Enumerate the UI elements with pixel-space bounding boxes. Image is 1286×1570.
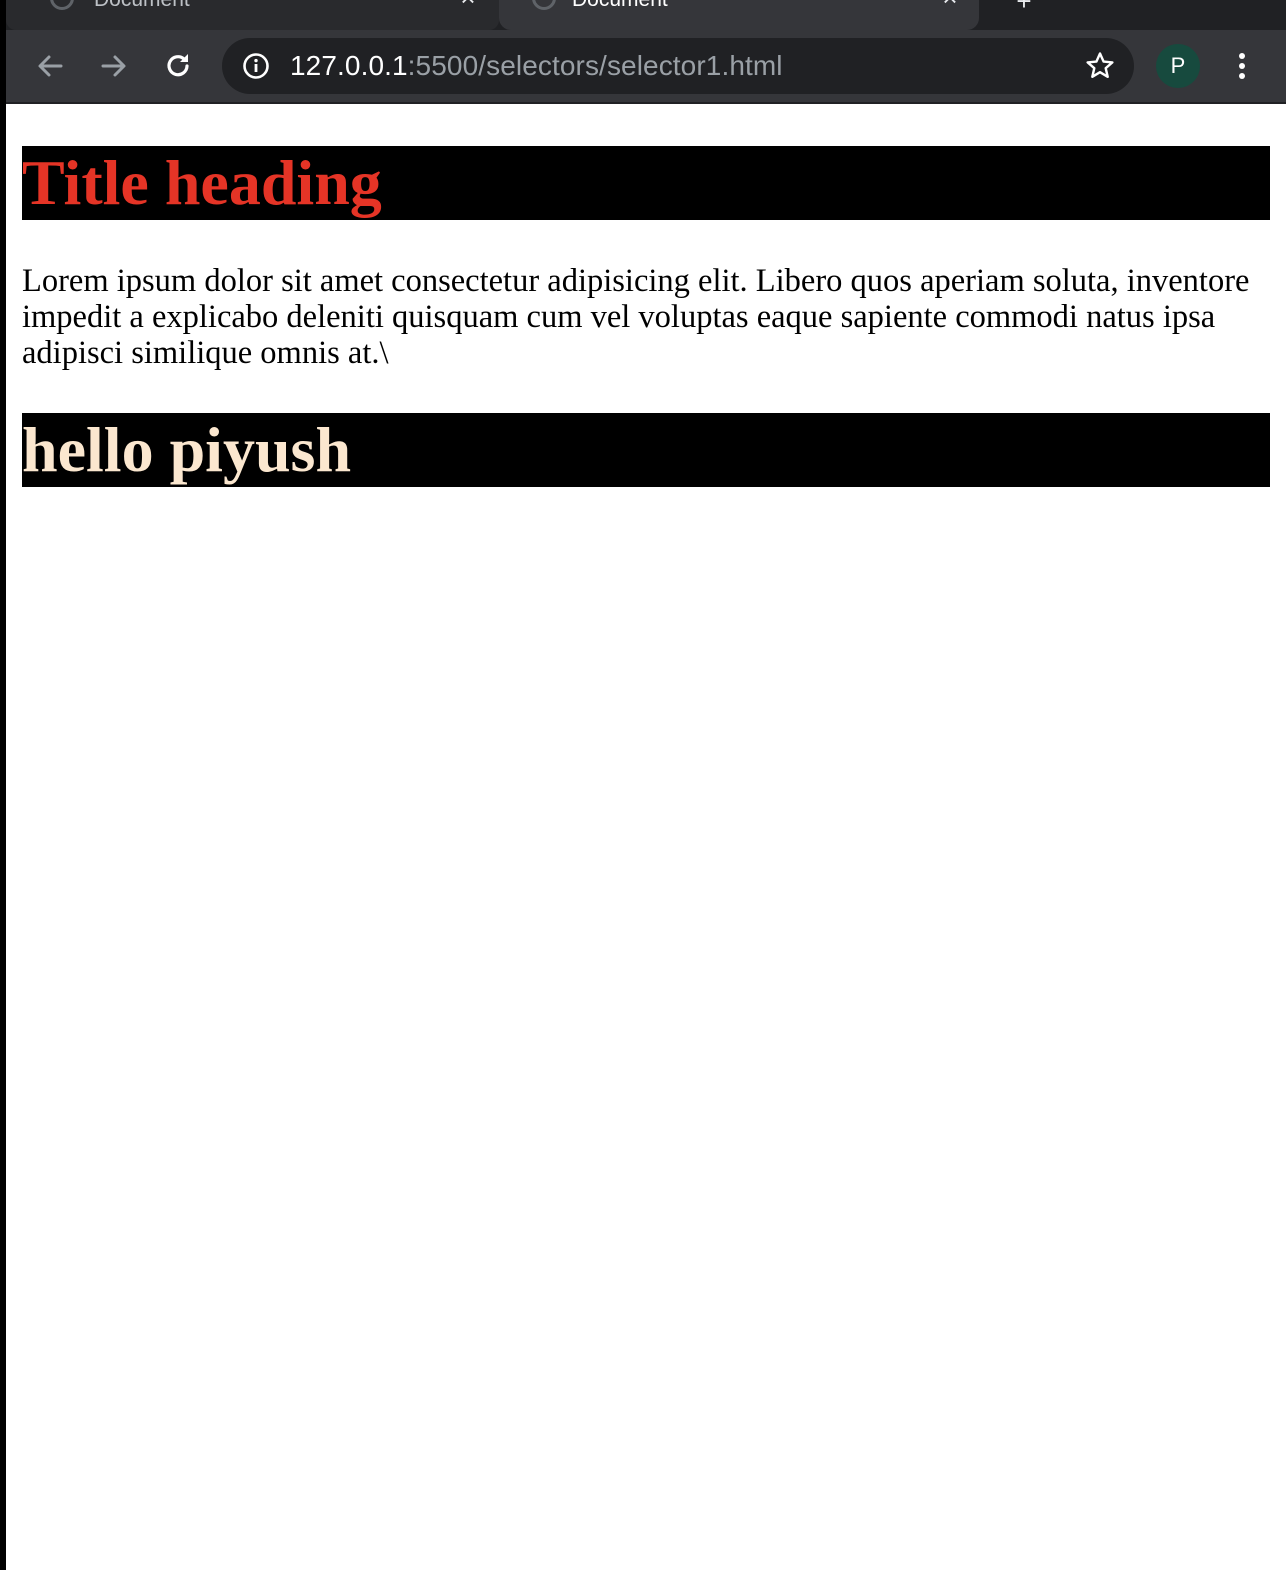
- tab-document-2[interactable]: Document ×: [499, 0, 979, 30]
- page-content: Title heading Lorem ipsum dolor sit amet…: [6, 104, 1286, 1570]
- reload-icon: [167, 54, 189, 77]
- tab-strip: Document × Document × +: [6, 0, 1286, 30]
- more-vertical-icon[interactable]: [1228, 50, 1256, 82]
- globe-favicon-icon: [50, 0, 74, 10]
- title-heading-block: Title heading: [22, 146, 1270, 220]
- url-host: 127.0.0.1: [290, 50, 408, 81]
- url-text[interactable]: 127.0.0.1:5500/selectors/selector1.html: [290, 51, 783, 81]
- globe-favicon-icon: [532, 0, 556, 10]
- arrow-left-icon: [38, 55, 63, 77]
- tab-title: Document: [94, 0, 190, 12]
- reload-button[interactable]: [158, 46, 198, 86]
- tab-title: Document: [572, 0, 668, 12]
- close-icon[interactable]: ×: [939, 0, 961, 10]
- browser-toolbar: 127.0.0.1:5500/selectors/selector1.html …: [6, 30, 1286, 104]
- browser-window: Document × Document × +: [0, 0, 1286, 1570]
- arrow-right-icon: [101, 55, 126, 77]
- star-icon[interactable]: [1084, 50, 1116, 82]
- forward-button[interactable]: [94, 46, 134, 86]
- tab-document-1[interactable]: Document ×: [6, 0, 499, 30]
- address-bar[interactable]: 127.0.0.1:5500/selectors/selector1.html: [222, 38, 1134, 94]
- url-path: :5500/selectors/selector1.html: [407, 50, 783, 81]
- hello-heading: hello piyush: [22, 414, 352, 485]
- info-icon[interactable]: [242, 52, 270, 80]
- back-button[interactable]: [30, 46, 70, 86]
- hello-heading-block: hello piyush: [22, 413, 1270, 487]
- plus-icon[interactable]: +: [1012, 0, 1036, 14]
- lorem-paragraph: Lorem ipsum dolor sit amet consectetur a…: [22, 263, 1250, 371]
- title-heading: Title heading: [22, 147, 382, 218]
- profile-avatar[interactable]: P: [1156, 44, 1200, 88]
- close-icon[interactable]: ×: [457, 0, 479, 10]
